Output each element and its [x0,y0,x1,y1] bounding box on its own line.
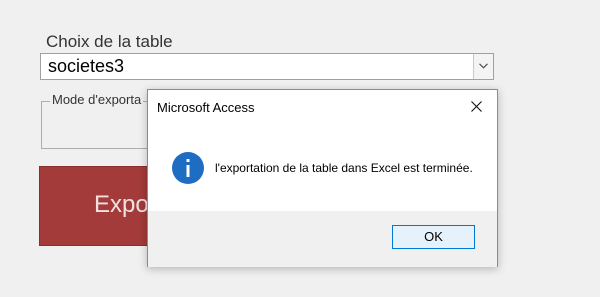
message-dialog: Microsoft Access l'exportation de la tab… [147,89,498,267]
dialog-message: l'exportation de la table dans Excel est… [215,161,473,175]
table-choice-value: societes3 [48,56,125,76]
close-icon [471,101,482,112]
dialog-title: Microsoft Access [157,100,255,115]
dialog-footer: OK [148,211,497,267]
chevron-down-icon [479,63,488,69]
export-mode-label: Mode d'exporta [50,92,144,107]
table-choice-label: Choix de la table [46,32,173,51]
dropdown-button[interactable] [473,54,493,79]
table-choice-combobox[interactable]: societes3 [40,53,494,80]
info-icon [172,152,204,184]
ok-button[interactable]: OK [392,225,475,249]
close-button[interactable] [457,90,497,124]
